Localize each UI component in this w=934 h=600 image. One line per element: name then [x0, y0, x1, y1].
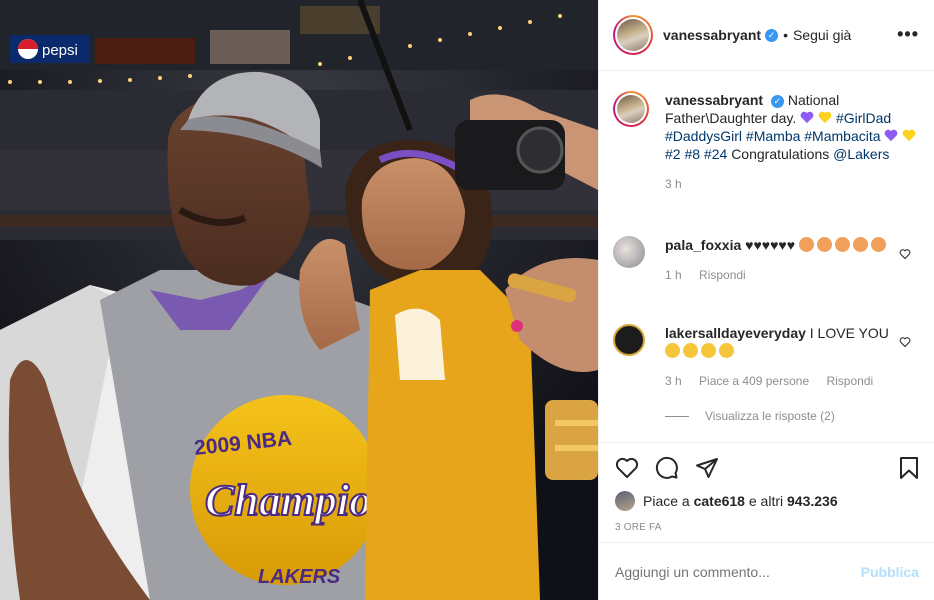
separator-dot: • [783, 27, 788, 43]
commenter-avatar[interactable] [613, 324, 645, 356]
comment-item: lakersalldayeveryday I LOVE YOU 3 h Piac… [613, 324, 923, 388]
crying-face-icon [701, 343, 716, 358]
emoji-face-icon [870, 237, 886, 252]
post-side-panel: vanessabryant ✓ • Segui già ••• vanessab… [598, 0, 934, 600]
caption-username[interactable]: vanessabryant [665, 92, 763, 108]
comment-likes[interactable]: Piace a 409 persone [699, 374, 809, 388]
caption-congrats: Congratulations [731, 146, 830, 162]
post-header: vanessabryant ✓ • Segui già ••• [599, 0, 934, 71]
view-replies-button[interactable]: Visualizza le risposte (2) [665, 409, 835, 423]
commenter-avatar[interactable] [613, 236, 645, 268]
follow-button[interactable]: Segui già [793, 27, 851, 43]
bookmark-icon[interactable] [897, 456, 921, 480]
verified-icon: ✓ [770, 95, 784, 108]
post-photo[interactable]: pepsi 2009 NBA Champions LAKERS [0, 0, 598, 600]
heart-icon[interactable] [615, 456, 639, 480]
pepsi-sign: pepsi [42, 42, 78, 59]
comment-time[interactable]: 3 h [665, 374, 682, 388]
comment-text: I LOVE YOU [809, 325, 889, 341]
post-actions: Piace a cate618 e altri 943.236 3 ORE FA [599, 443, 934, 543]
yellow-heart-icon [818, 111, 832, 124]
comment-username[interactable]: lakersalldayeveryday [665, 325, 806, 341]
comments-list[interactable]: vanessabryant ✓ National Father\Daughter… [599, 71, 934, 443]
view-replies-label: Visualizza le risposte (2) [705, 409, 835, 423]
emoji-face-icon [834, 237, 850, 252]
likes-suffix: e altri [748, 493, 784, 509]
author-username[interactable]: vanessabryant [663, 27, 761, 43]
comment-text: ♥♥♥♥♥♥ [745, 237, 796, 253]
comment-item: pala_foxxia ♥♥♥♥♥♥ 1 h Rispondi [613, 236, 923, 282]
yellow-heart-icon [902, 129, 916, 142]
more-icon[interactable]: ••• [897, 24, 919, 45]
caption-number-tags[interactable]: #2 #8 #24 [665, 146, 727, 162]
liker-username[interactable]: cate618 [694, 493, 745, 509]
emoji-face-icon [816, 237, 832, 252]
reply-button[interactable]: Rispondi [826, 374, 873, 388]
reply-button[interactable]: Rispondi [699, 268, 746, 282]
like-comment-heart-icon[interactable] [899, 248, 911, 260]
emoji-face-icon [798, 237, 814, 252]
like-comment-heart-icon[interactable] [899, 336, 911, 348]
caption-time[interactable]: 3 h [665, 177, 682, 191]
likes-count[interactable]: 943.236 [787, 493, 838, 509]
emoji-face-icon [852, 237, 868, 252]
caption: vanessabryant ✓ National Father\Daughter… [613, 91, 923, 191]
caption-mention[interactable]: @Lakers [833, 146, 889, 162]
comment-icon[interactable] [655, 456, 679, 480]
share-icon[interactable] [695, 456, 719, 480]
caption-avatar[interactable] [613, 91, 649, 127]
author-avatar[interactable] [613, 15, 653, 55]
publish-button[interactable]: Pubblica [861, 564, 919, 580]
crying-face-icon [665, 343, 680, 358]
crying-face-icon [719, 343, 734, 358]
shirt-text-team: LAKERS [258, 566, 341, 588]
crying-face-icon [683, 343, 698, 358]
liker-avatar [615, 491, 635, 511]
likes-summary[interactable]: Piace a cate618 e altri 943.236 [615, 491, 838, 511]
verified-icon: ✓ [765, 28, 779, 42]
add-comment-bar: Pubblica [599, 543, 934, 600]
photo-illustration: pepsi 2009 NBA Champions LAKERS [0, 0, 598, 600]
comment-username[interactable]: pala_foxxia [665, 237, 741, 253]
likes-prefix: Piace a [643, 493, 690, 509]
purple-heart-icon [800, 111, 814, 124]
comment-time[interactable]: 1 h [665, 268, 682, 282]
comment-input[interactable] [615, 563, 861, 580]
purple-heart-icon [885, 129, 898, 142]
post-timestamp[interactable]: 3 ORE FA [615, 522, 662, 533]
replies-divider-line [665, 415, 689, 417]
